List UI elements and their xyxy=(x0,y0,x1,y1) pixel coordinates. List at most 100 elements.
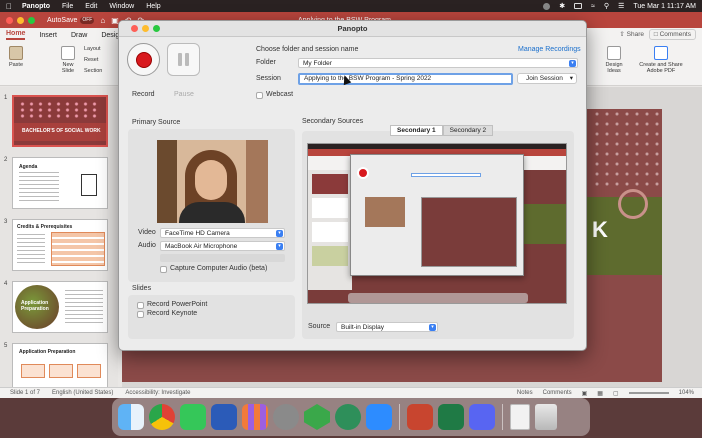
control-center-icon[interactable]: ☰ xyxy=(618,2,624,10)
accessibility-status[interactable]: Accessibility: Investigate xyxy=(125,390,190,396)
discord-icon[interactable] xyxy=(469,404,495,430)
record-status-icon[interactable] xyxy=(543,2,551,10)
thumbnail-4[interactable]: 4 Application Preparation xyxy=(4,281,108,333)
document-icon[interactable] xyxy=(510,404,530,430)
video-select[interactable]: FaceTime HD Camera ▾ xyxy=(160,228,285,238)
thumbnail-2[interactable]: 2 Agenda xyxy=(4,157,108,209)
trash-icon[interactable] xyxy=(535,404,557,430)
primary-source-heading: Primary Source xyxy=(132,119,181,126)
zoom-level[interactable]: 104% xyxy=(679,390,694,396)
bluetooth-icon[interactable]: ✱ xyxy=(559,2,565,10)
paste-button[interactable]: Paste xyxy=(6,46,26,68)
autosave-toggle[interactable]: OFF xyxy=(80,16,95,24)
slide-counter: Slide 1 of 7 xyxy=(10,390,41,396)
thumbnail-number: 4 xyxy=(4,281,8,287)
join-session-label: Join Session xyxy=(526,75,563,82)
zoom-app-icon[interactable] xyxy=(366,404,392,430)
reset-button[interactable]: Reset xyxy=(84,57,98,63)
excel-icon[interactable] xyxy=(438,404,464,430)
sorter-view-icon[interactable]: ▦ xyxy=(597,390,603,397)
folder-select[interactable]: My Folder ▾ xyxy=(298,58,578,68)
globe-app-icon[interactable] xyxy=(335,404,361,430)
comments-status-button[interactable]: Comments xyxy=(543,390,572,396)
session-input[interactable]: Applying to the BSW Program - Spring 202… xyxy=(298,73,513,85)
system-preferences-icon[interactable] xyxy=(273,404,299,430)
join-session-button[interactable]: Join Session ▾ xyxy=(517,73,577,84)
word-icon[interactable] xyxy=(211,404,237,430)
comments-button[interactable]: □ Comments xyxy=(648,29,696,40)
chrome-icon[interactable] xyxy=(149,404,175,430)
audio-value: MacBook Air Microphone xyxy=(165,243,238,250)
audio-select[interactable]: MacBook Air Microphone ▾ xyxy=(160,241,285,251)
messages-icon[interactable] xyxy=(180,404,206,430)
thumbnail-1[interactable]: 1 BACHELOR'S OF SOCIAL WORK xyxy=(4,95,108,147)
menubar-status-area: ✱ ≈ ⚲ ☰ Tue Mar 1 11:17 AM xyxy=(543,0,696,12)
pause-icon xyxy=(185,53,189,66)
zoom-icon[interactable] xyxy=(28,16,35,24)
record-powerpoint-checkbox[interactable] xyxy=(137,302,144,309)
record-button[interactable] xyxy=(127,43,160,76)
launchpad-icon[interactable] xyxy=(242,404,268,430)
pause-icon xyxy=(178,53,182,66)
search-icon[interactable]: ⚲ xyxy=(604,2,609,10)
create-pdf-button[interactable]: Create and Share Adobe PDF xyxy=(636,46,686,74)
new-slide-button[interactable]: New Slide xyxy=(58,46,78,74)
section-button[interactable]: Section xyxy=(84,68,102,74)
wifi-icon[interactable]: ≈ xyxy=(591,3,595,10)
normal-view-icon[interactable]: ▣ xyxy=(582,390,588,397)
manage-recordings-link[interactable]: Manage Recordings xyxy=(518,46,581,53)
tab-draw[interactable]: Draw xyxy=(71,32,87,39)
thumbnail-number: 1 xyxy=(4,95,8,101)
record-keynote-checkbox[interactable] xyxy=(137,311,144,318)
finder-icon[interactable] xyxy=(118,404,144,430)
thumbnail-number: 3 xyxy=(4,219,8,225)
menubar-clock[interactable]: Tue Mar 1 11:17 AM xyxy=(633,3,696,10)
share-button[interactable]: ⇧ Share xyxy=(619,30,644,38)
slide-letter: K xyxy=(592,217,608,242)
zoom-slider[interactable] xyxy=(628,392,669,394)
ppt-traffic-lights xyxy=(6,16,35,24)
tab-insert[interactable]: Insert xyxy=(39,32,57,39)
menu-window[interactable]: Window xyxy=(109,3,134,10)
close-icon[interactable] xyxy=(131,25,138,32)
apple-icon[interactable]:  xyxy=(6,2,12,11)
clipboard-icon xyxy=(9,46,23,60)
minimize-icon[interactable] xyxy=(142,25,149,32)
tab-secondary-2[interactable]: Secondary 2 xyxy=(442,125,494,136)
capture-audio-checkbox[interactable] xyxy=(160,266,167,273)
menu-edit[interactable]: Edit xyxy=(85,3,97,10)
pause-button[interactable] xyxy=(167,43,200,76)
webcast-checkbox[interactable] xyxy=(256,92,263,99)
zoom-icon[interactable] xyxy=(153,25,160,32)
thumbnail-title: BACHELOR'S OF SOCIAL WORK xyxy=(22,128,101,134)
thumbnail-title: Application Preparation xyxy=(21,300,49,312)
panopto-icon[interactable] xyxy=(304,404,330,430)
thumbnail-3[interactable]: 3 Credits & Prerequisites xyxy=(4,219,108,271)
battery-icon[interactable] xyxy=(574,3,583,9)
chevron-down-icon: ▾ xyxy=(276,230,283,237)
thumbnail-number: 2 xyxy=(4,157,8,163)
menu-help[interactable]: Help xyxy=(146,3,160,10)
minimize-icon[interactable] xyxy=(17,16,24,24)
reading-view-icon[interactable]: ▢ xyxy=(613,390,619,397)
powerpoint-icon[interactable] xyxy=(407,404,433,430)
design-ideas-button[interactable]: Design Ideas xyxy=(600,46,628,74)
language-indicator[interactable]: English (United States) xyxy=(52,390,113,396)
preview-camera xyxy=(365,197,405,227)
menu-app-name[interactable]: Panopto xyxy=(22,3,50,10)
menu-file[interactable]: File xyxy=(62,3,73,10)
chevron-down-icon: ▾ xyxy=(276,243,283,250)
design-ideas-icon xyxy=(607,46,621,60)
notes-button[interactable]: Notes xyxy=(517,390,533,396)
video-label: Video xyxy=(138,229,156,236)
camera-preview xyxy=(157,140,268,223)
macos-dock xyxy=(112,398,590,436)
home-icon[interactable]: ⌂ xyxy=(100,16,105,25)
source-select[interactable]: Built-in Display ▾ xyxy=(336,322,438,332)
autosave-control[interactable]: AutoSave OFF xyxy=(47,16,95,24)
tab-secondary-1[interactable]: Secondary 1 xyxy=(390,125,443,136)
close-icon[interactable] xyxy=(6,16,13,24)
tab-home[interactable]: Home xyxy=(6,30,26,40)
layout-button[interactable]: Layout xyxy=(84,46,101,52)
preview-session-field xyxy=(411,173,481,177)
